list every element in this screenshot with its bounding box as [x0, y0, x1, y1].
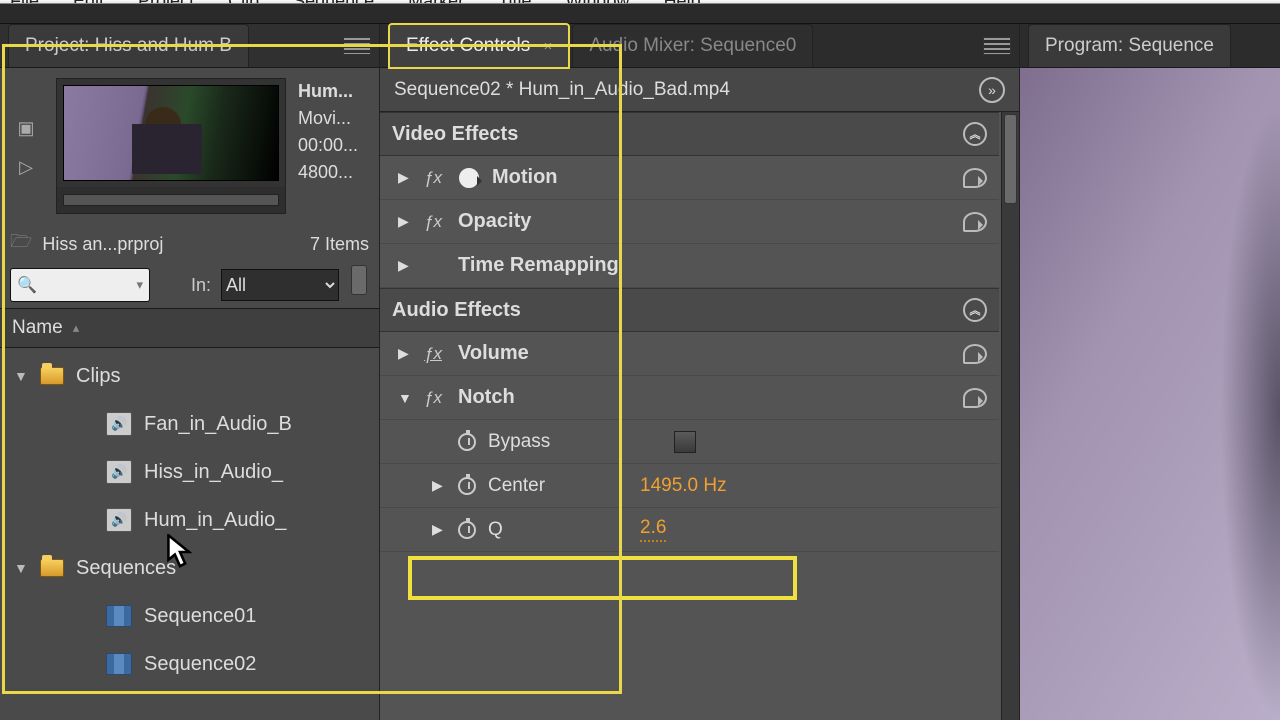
twisty-closed-icon[interactable]: ▶	[398, 169, 412, 186]
panel-menu-icon[interactable]	[983, 37, 1011, 55]
audio-clip-icon	[106, 508, 132, 532]
clip-item[interactable]: Fan_in_Audio_B	[8, 400, 379, 448]
poster-frame-icon[interactable]: ▣	[17, 118, 34, 139]
stopwatch-icon[interactable]	[458, 521, 476, 539]
center-value[interactable]: 1495.0 Hz	[640, 475, 727, 497]
clip-preview-area: ▣ ▷ Hum... Movi... 00:00... 4800...	[0, 68, 379, 224]
sort-asc-icon: ▴	[73, 320, 80, 336]
twisty-closed-icon[interactable]: ▶	[398, 213, 412, 230]
thumb-seek-bar[interactable]	[63, 194, 279, 206]
ec-breadcrumb-row: Sequence02 * Hum_in_Audio_Bad.mp4 »	[380, 68, 1019, 112]
audio-effects-header[interactable]: Audio Effects ︽	[380, 288, 999, 332]
program-monitor-panel: Program: Sequence	[1020, 24, 1280, 720]
column-header-name[interactable]: Name ▴	[0, 308, 379, 348]
effect-volume[interactable]: ▶ ƒx Volume	[380, 332, 999, 376]
reset-icon[interactable]	[963, 344, 987, 364]
param-q[interactable]: ▶ Q 2.6	[380, 508, 999, 552]
tab-audio-mixer[interactable]: Audio Mixer: Sequence0	[572, 24, 813, 67]
folder-icon	[40, 367, 64, 385]
fx-badge-icon: ƒx	[424, 168, 446, 188]
ec-tabbar: Effect Controls × Audio Mixer: Sequence0	[380, 24, 1019, 68]
metadata-scroll-thumb[interactable]	[351, 265, 367, 295]
twisty-closed-icon[interactable]: ▶	[432, 477, 446, 494]
effect-opacity[interactable]: ▶ ƒx Opacity	[380, 200, 999, 244]
twisty-open-icon[interactable]: ▼	[398, 390, 412, 406]
thumbnail-image	[63, 85, 279, 181]
effect-motion[interactable]: ▶ ƒx Motion	[380, 156, 999, 200]
folder-clips[interactable]: ▼ Clips	[8, 352, 379, 400]
clip-thumbnail[interactable]	[56, 78, 286, 214]
clip-samplerate: 4800...	[298, 159, 371, 186]
in-label: In:	[191, 275, 211, 296]
twisty-closed-icon[interactable]: ▶	[432, 521, 446, 538]
clip-metadata: Hum... Movi... 00:00... 4800...	[298, 78, 371, 224]
fx-badge-icon: ƒx	[424, 212, 446, 232]
reset-icon[interactable]	[963, 388, 987, 408]
collapse-icon[interactable]: ︽	[963, 122, 987, 146]
tab-project[interactable]: Project: Hiss and Hum B	[8, 24, 249, 67]
tab-program[interactable]: Program: Sequence	[1028, 24, 1231, 67]
reset-icon[interactable]	[963, 212, 987, 232]
clip-name: Hum...	[298, 78, 371, 105]
clip-timecode: 00:00...	[298, 132, 371, 159]
bypass-checkbox[interactable]	[674, 431, 696, 453]
chevron-down-icon[interactable]: ▾	[136, 277, 143, 293]
tab-effect-controls[interactable]: Effect Controls ×	[388, 23, 570, 69]
collapse-icon[interactable]: ︽	[963, 298, 987, 322]
twisty-open-icon[interactable]: ▼	[14, 560, 28, 576]
effect-controls-list: Video Effects ︽ ▶ ƒx Motion ▶ ƒx Opacity	[380, 112, 999, 720]
panel-menu-icon[interactable]	[343, 37, 371, 55]
highlight-center-param	[408, 556, 797, 600]
param-bypass[interactable]: Bypass	[380, 420, 999, 464]
tab-project-label: Project: Hiss and Hum B	[25, 35, 232, 56]
close-icon[interactable]: ×	[544, 38, 553, 55]
search-input[interactable]: 🔍 ▾	[10, 268, 150, 302]
sequence-icon	[106, 605, 132, 627]
sequence-icon	[106, 653, 132, 675]
effect-time-remapping[interactable]: ▶ ƒx Time Remapping	[380, 244, 999, 288]
video-effects-header[interactable]: Video Effects ︽	[380, 112, 999, 156]
effect-notch[interactable]: ▼ ƒx Notch	[380, 376, 999, 420]
audio-clip-icon	[106, 412, 132, 436]
project-panel: Project: Hiss and Hum B ▣ ▷ Hum... Movi.…	[0, 24, 380, 720]
twisty-closed-icon[interactable]: ▶	[398, 345, 412, 362]
q-value[interactable]: 2.6	[640, 517, 666, 542]
in-filter-select[interactable]: All	[221, 269, 339, 301]
folder-sequences[interactable]: ▼ Sequences	[8, 544, 379, 592]
project-tree: ▼ Clips Fan_in_Audio_B Hiss_in_Audio_ Hu…	[0, 348, 379, 688]
project-tabbar: Project: Hiss and Hum B	[0, 24, 379, 68]
sequence-item[interactable]: Sequence01	[8, 592, 379, 640]
project-search-row: 🔍 ▾ In: All	[0, 264, 379, 308]
clip-type: Movi...	[298, 105, 371, 132]
ec-breadcrumb: Sequence02 * Hum_in_Audio_Bad.mp4	[394, 79, 730, 101]
fx-badge-icon: ƒx	[424, 344, 446, 364]
play-icon[interactable]: ▷	[19, 157, 33, 178]
sequence-item[interactable]: Sequence02	[8, 640, 379, 688]
fx-badge-icon: ƒx	[424, 388, 446, 408]
twisty-open-icon[interactable]: ▼	[14, 368, 28, 384]
program-tabbar: Program: Sequence	[1020, 24, 1280, 68]
clip-item[interactable]: Hiss_in_Audio_	[8, 448, 379, 496]
twisty-closed-icon[interactable]: ▶	[398, 257, 412, 274]
bin-icon[interactable]: 🗁	[10, 229, 32, 259]
show-timeline-icon[interactable]: »	[979, 77, 1005, 103]
ec-scrollbar[interactable]	[1001, 112, 1019, 720]
reset-icon[interactable]	[963, 168, 987, 188]
audio-clip-icon	[106, 460, 132, 484]
ec-scroll-thumb[interactable]	[1004, 114, 1017, 204]
search-icon: 🔍	[17, 275, 37, 295]
project-footer: 🗁 Hiss an...prproj 7 Items	[0, 224, 379, 264]
motion-icon	[458, 167, 480, 189]
folder-icon	[40, 559, 64, 577]
project-filename: Hiss an...prproj	[42, 234, 300, 255]
param-center[interactable]: ▶ Center 1495.0 Hz	[380, 464, 999, 508]
stopwatch-icon[interactable]	[458, 477, 476, 495]
stopwatch-icon[interactable]	[458, 433, 476, 451]
toolbar-strip	[0, 4, 1280, 24]
effect-controls-panel: Effect Controls × Audio Mixer: Sequence0…	[380, 24, 1020, 720]
item-count: 7 Items	[310, 234, 369, 255]
clip-item[interactable]: Hum_in_Audio_	[8, 496, 379, 544]
